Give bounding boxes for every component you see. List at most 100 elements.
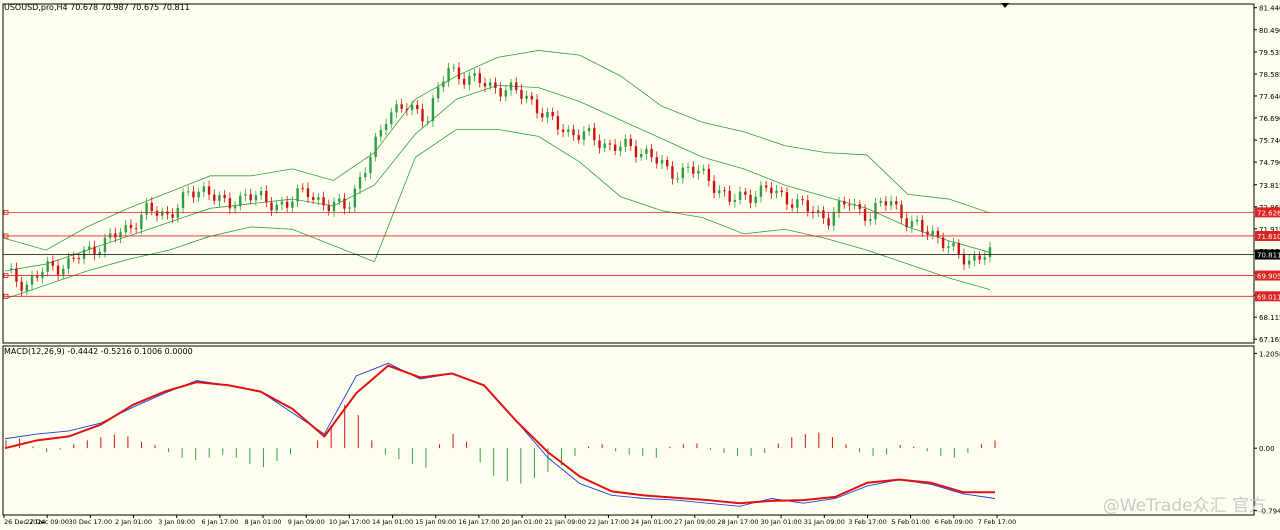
- candle-body: [301, 188, 304, 190]
- candle-body: [541, 113, 544, 118]
- candle-body: [436, 87, 440, 99]
- time-tick-label: 27 Dec 09:00: [25, 518, 69, 526]
- time-tick-label: 22 Jan 17:00: [588, 518, 629, 526]
- candle-body: [218, 194, 221, 201]
- candle-body: [254, 195, 258, 201]
- candle-body: [530, 95, 534, 100]
- candle-body: [103, 237, 107, 253]
- time-tick-label: 20 Jan 01:00: [502, 518, 543, 526]
- candle-body: [10, 268, 13, 270]
- candle-body: [275, 204, 278, 211]
- candle-body: [967, 260, 971, 265]
- candle-body: [306, 188, 310, 198]
- candle-body: [171, 214, 174, 218]
- candle-body: [285, 201, 289, 208]
- candle-body: [764, 185, 768, 188]
- candle-body: [910, 221, 914, 228]
- candle-body: [577, 135, 580, 140]
- candle-body: [259, 190, 263, 196]
- price-chart-svg[interactable]: 81.440 80.490 79.535 78.585 77.640 76.690 75.7…: [0, 0, 1280, 530]
- candle-body: [187, 191, 190, 193]
- candle-body: [900, 204, 903, 219]
- candle-body: [848, 204, 851, 206]
- candle-body: [645, 148, 648, 155]
- candle-body: [858, 204, 862, 210]
- candle-body: [77, 258, 81, 260]
- candle-body: [322, 197, 325, 206]
- candle-body: [556, 116, 560, 130]
- candle-body: [114, 233, 117, 238]
- candle-body: [535, 99, 539, 114]
- candle-body: [780, 190, 783, 193]
- price-tick-label: 68.115: [1259, 314, 1280, 322]
- candle-body: [207, 186, 211, 195]
- candle-body: [936, 230, 940, 238]
- candle-body: [613, 144, 617, 152]
- candle-body: [676, 178, 679, 180]
- candle-body: [926, 231, 929, 235]
- candle-body: [431, 98, 435, 122]
- candle-body: [88, 246, 91, 250]
- candle-body: [249, 194, 252, 201]
- candle-body: [921, 219, 924, 232]
- candle-body: [978, 255, 981, 260]
- candle-body: [671, 166, 674, 179]
- candle-body: [707, 168, 711, 181]
- candle-body: [832, 212, 836, 226]
- candle-body: [790, 204, 794, 208]
- candle-body: [754, 196, 757, 203]
- level-price-label: 69.905: [1257, 273, 1280, 281]
- time-tick-label: 6 Feb 09:00: [935, 518, 974, 526]
- candle-body: [311, 197, 315, 200]
- level-price-label: 69.011: [1257, 293, 1280, 301]
- candle-body: [213, 194, 216, 201]
- candle-body: [947, 246, 950, 248]
- candle-body: [478, 73, 481, 84]
- candle-body: [233, 206, 237, 209]
- candle-body: [390, 112, 393, 125]
- candle-body: [728, 190, 731, 202]
- macd-tick-label: 0.00: [1259, 445, 1275, 453]
- level-price-label: 72.626: [1257, 209, 1280, 217]
- candle-body: [874, 203, 877, 220]
- price-tick-label: 77.640: [1259, 93, 1280, 101]
- candle-body: [551, 112, 554, 117]
- candle-body: [884, 201, 888, 206]
- candle-body: [145, 202, 148, 215]
- candle-body: [905, 218, 908, 228]
- time-tick-label: 8 Jan 01:00: [245, 518, 282, 526]
- candle-body: [567, 129, 570, 133]
- candle-body: [697, 170, 700, 174]
- candle-body: [223, 194, 226, 199]
- candle-body: [364, 173, 367, 178]
- candle-body: [733, 200, 737, 202]
- candle-body: [30, 276, 34, 285]
- candle-body: [853, 204, 856, 206]
- time-tick-label: 30 Jan 01:00: [761, 518, 802, 526]
- price-tick-label: 80.490: [1259, 27, 1280, 35]
- candle-body: [692, 166, 695, 174]
- candle-body: [51, 261, 55, 266]
- candle-body: [759, 185, 763, 197]
- candle-body: [483, 83, 487, 87]
- candle-body: [598, 140, 601, 148]
- price-tick-label: 75.740: [1259, 137, 1280, 145]
- candle-body: [56, 265, 60, 275]
- candle-body: [395, 104, 398, 113]
- candle-body: [134, 228, 138, 230]
- signal-line: [4, 364, 995, 505]
- candle-body: [41, 271, 44, 278]
- candle-body: [738, 191, 742, 201]
- time-tick-label: 7 Feb 17:00: [978, 518, 1017, 526]
- time-tick-label: 9 Jan 09:00: [288, 518, 325, 526]
- candle-body: [338, 198, 341, 202]
- candle-body: [72, 257, 75, 259]
- candle-body: [561, 129, 565, 133]
- candle-body: [639, 154, 643, 158]
- candle-body: [931, 230, 934, 235]
- candle-body: [67, 257, 70, 269]
- candle-body: [712, 180, 716, 194]
- candle-body: [416, 104, 419, 110]
- candle-body: [624, 138, 627, 147]
- candle-body: [983, 257, 986, 260]
